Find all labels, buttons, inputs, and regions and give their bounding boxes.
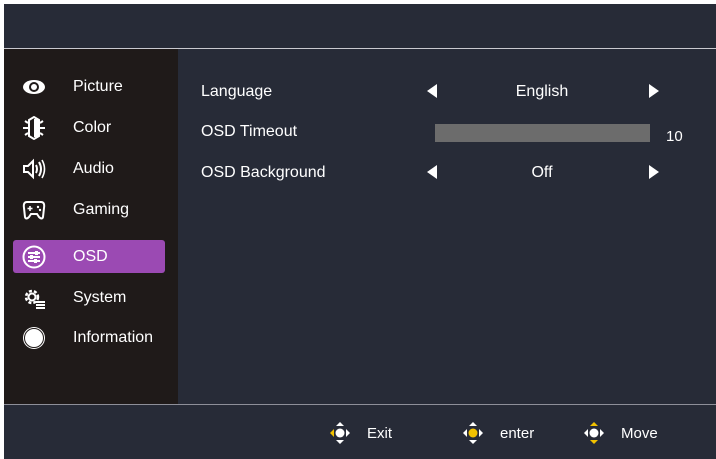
system-gear-icon [24,289,45,309]
hint-enter-label: enter [500,425,535,442]
sidebar-item-label: Audio [73,160,114,177]
gamepad-icon [22,201,46,220]
sidebar-item-label: System [73,289,127,306]
hint-exit-label: Exit [367,425,393,442]
sidebar-item-information[interactable]: Information [13,321,165,354]
sidebar-item-audio[interactable]: Audio [13,152,165,185]
osd-timeout-slider[interactable] [435,124,650,142]
footer-hints: Exit enter Move [4,405,716,459]
sidebar-item-label: Information [73,329,154,346]
sidebar-item-label: Gaming [73,201,130,218]
sidebar-item-gaming[interactable]: Gaming [13,193,165,226]
osd-background-label: OSD Background [201,164,326,181]
sidebar-item-osd[interactable]: OSD [13,240,165,273]
osd-header [4,4,716,48]
osd-timeout-label: OSD Timeout [201,123,298,140]
speaker-icon [23,158,46,180]
sidebar-item-label: Picture [73,78,123,95]
osd-background-prev-arrow-icon[interactable] [427,165,437,179]
sidebar: Picture Color Audio Gaming OSD System In… [4,49,178,404]
language-label: Language [201,83,273,100]
osd-background-next-arrow-icon[interactable] [649,165,659,179]
eye-icon [23,80,45,94]
language-next-arrow-icon[interactable] [649,84,659,98]
sidebar-item-label: OSD [73,248,108,265]
joystick-press-icon [463,422,483,444]
osd-timeout-slider-fill [435,124,650,142]
sidebar-item-color[interactable]: Color [13,111,165,144]
osd-sliders-icon [22,245,46,269]
osd-timeout-value: 10 [666,128,683,145]
info-circle-icon [23,327,45,349]
hint-move-label: Move [621,425,658,442]
sidebar-item-label: Color [73,119,112,136]
joystick-left-icon [330,422,350,444]
osd-menu: Picture Color Audio Gaming OSD System In… [4,4,716,459]
joystick-updown-icon [584,422,604,444]
language-prev-arrow-icon[interactable] [427,84,437,98]
language-value: English [515,83,569,100]
color-icon [23,116,45,140]
osd-background-value: Off [531,164,553,181]
sidebar-item-picture[interactable]: Picture [13,70,165,103]
sidebar-item-system[interactable]: System [13,281,165,314]
